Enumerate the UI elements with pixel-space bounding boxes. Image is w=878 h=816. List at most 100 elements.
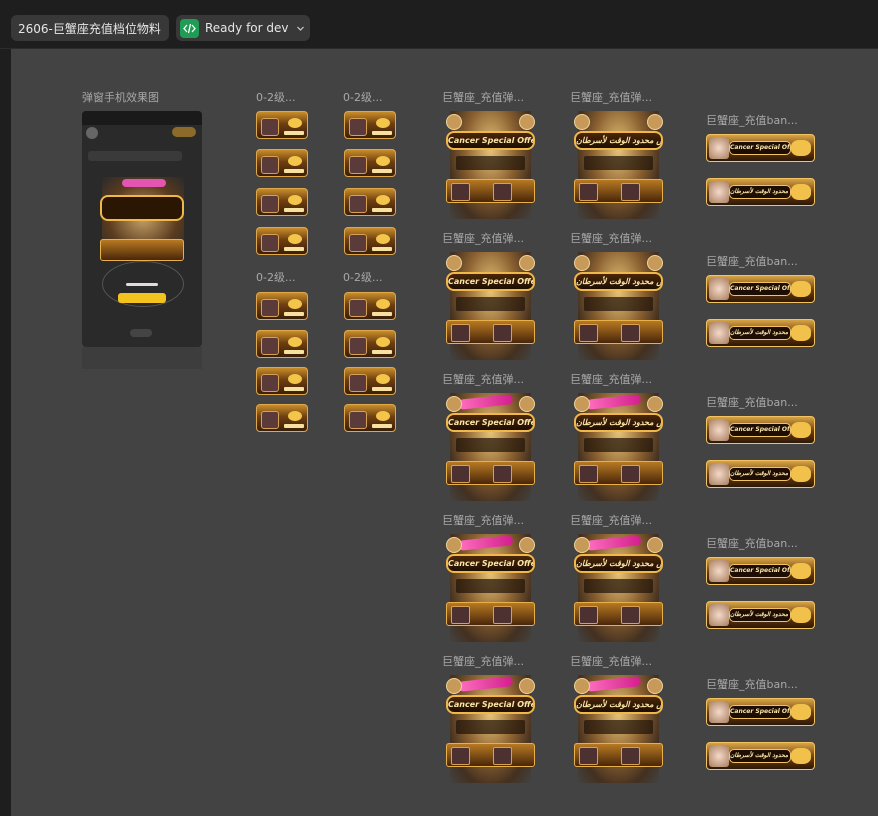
popup-thumbnail[interactable]: عرض محدود الوقت لأسرطان — [570, 534, 667, 642]
avatar-frame — [261, 337, 279, 355]
tier-card-thumbnail[interactable] — [344, 188, 396, 216]
popup-title-banner: عرض محدود الوقت لأسرطان — [574, 413, 663, 432]
popup-thumbnail[interactable]: Cancer Special Offer — [442, 534, 539, 642]
popup-description — [456, 438, 525, 452]
banner-thumbnail[interactable]: Cancer Special Offer — [706, 275, 815, 303]
tier-card-thumbnail[interactable] — [256, 367, 308, 395]
tier-card-thumbnail[interactable] — [256, 111, 308, 139]
file-name: 2606-巨蟹座充值档位物料 — [18, 21, 161, 36]
character-portrait — [709, 137, 729, 159]
frame-label-banner[interactable]: 巨蟹座_充值ban... — [706, 676, 806, 692]
dev-status-label: Ready for dev — [205, 21, 289, 35]
price-tag — [284, 312, 304, 316]
banner-thumbnail[interactable]: Cancer Special Offer — [706, 698, 815, 726]
frame-label-banner[interactable]: 巨蟹座_充值ban... — [706, 535, 806, 551]
banner-thumbnail[interactable]: Cancer Special Offer — [706, 557, 815, 585]
tier-card-thumbnail[interactable] — [256, 330, 308, 358]
frame-label-popup[interactable]: 巨蟹座_充值弹... — [570, 653, 665, 669]
character-portrait — [709, 604, 729, 626]
price-tag — [284, 424, 304, 428]
tier-card-thumbnail[interactable] — [344, 404, 396, 432]
offer-slot — [493, 183, 512, 201]
price-tag — [284, 131, 304, 135]
price-tag — [284, 247, 304, 251]
phone-mockup-frame[interactable] — [82, 111, 202, 347]
frame-label-phone[interactable]: 弹窗手机效果图 — [82, 89, 182, 105]
popup-thumbnail[interactable]: عرض محدود الوقت لأسرطان — [570, 393, 667, 501]
banner-thumbnail[interactable]: عرض محدود الوقت لأسرطان — [706, 178, 815, 206]
frame-label-banner[interactable]: 巨蟹座_充值ban... — [706, 253, 806, 269]
offer-slot — [451, 183, 470, 201]
popup-thumbnail[interactable]: Cancer Special Offer — [442, 675, 539, 783]
offer-slot — [493, 606, 512, 624]
frame-label-popup[interactable]: 巨蟹座_充值弹... — [442, 371, 537, 387]
popup-thumbnail[interactable]: عرض محدود الوقت لأسرطان — [570, 111, 667, 219]
avatar-frame — [349, 156, 367, 174]
coin-icon — [376, 156, 390, 166]
frame-label-small-4[interactable]: 0-2级... — [343, 269, 413, 285]
avatar-badge-icon — [647, 678, 663, 694]
banner-thumbnail[interactable]: عرض محدود الوقت لأسرطان — [706, 460, 815, 488]
frame-label-popup[interactable]: 巨蟹座_充值弹... — [442, 512, 537, 528]
character-portrait — [709, 745, 729, 767]
offer-slot — [451, 747, 470, 765]
tier-card-thumbnail[interactable] — [344, 330, 396, 358]
popup-title-banner: عرض محدود الوقت لأسرطان — [574, 272, 663, 291]
frame-label-banner[interactable]: 巨蟹座_充值ban... — [706, 112, 806, 128]
tier-card-thumbnail[interactable] — [256, 188, 308, 216]
character-portrait — [709, 463, 729, 485]
popup-thumbnail[interactable]: عرض محدود الوقت لأسرطان — [570, 252, 667, 360]
dev-status-dropdown[interactable]: Ready for dev — [176, 15, 310, 41]
tier-card-thumbnail[interactable] — [256, 292, 308, 320]
popup-description — [456, 579, 525, 593]
frame-label-popup[interactable]: 巨蟹座_充值弹... — [442, 89, 537, 105]
banner-thumbnail[interactable]: Cancer Special Offer — [706, 416, 815, 444]
popup-thumbnail[interactable]: Cancer Special Offer — [442, 393, 539, 501]
frame-label-banner[interactable]: 巨蟹座_充值ban... — [706, 394, 806, 410]
gold-pile-icon — [791, 563, 811, 579]
frame-label-popup[interactable]: 巨蟹座_充值弹... — [570, 371, 665, 387]
price-tag — [372, 424, 392, 428]
tier-card-thumbnail[interactable] — [256, 227, 308, 255]
banner-thumbnail[interactable]: Cancer Special Offer — [706, 134, 815, 162]
coin-icon — [376, 234, 390, 244]
popup-thumbnail[interactable]: Cancer Special Offer — [442, 111, 539, 219]
gold-pile-icon — [791, 184, 811, 200]
avatar-badge-icon — [519, 396, 535, 412]
tier-card-thumbnail[interactable] — [344, 149, 396, 177]
design-canvas[interactable]: 弹窗手机效果图 0-2级... 0-2级... 0-2级... 0-2级... … — [11, 49, 878, 816]
avatar-badge-icon — [446, 114, 462, 130]
popup-description — [456, 156, 525, 170]
offer-slot — [621, 747, 640, 765]
avatar-badge-icon — [519, 678, 535, 694]
frame-label-popup[interactable]: 巨蟹座_充值弹... — [442, 230, 537, 246]
frame-label-popup[interactable]: 巨蟹座_充值弹... — [570, 230, 665, 246]
banner-thumbnail[interactable]: عرض محدود الوقت لأسرطان — [706, 319, 815, 347]
avatar-frame — [261, 195, 279, 213]
tier-card-thumbnail[interactable] — [256, 404, 308, 432]
tier-card-thumbnail[interactable] — [256, 149, 308, 177]
gold-pile-icon — [791, 281, 811, 297]
banner-thumbnail[interactable]: عرض محدود الوقت لأسرطان — [706, 601, 815, 629]
frame-label-small-1[interactable]: 0-2级... — [256, 89, 326, 105]
frame-label-small-3[interactable]: 0-2级... — [256, 269, 326, 285]
popup-thumbnail[interactable]: Cancer Special Offer — [442, 252, 539, 360]
tier-card-thumbnail[interactable] — [344, 367, 396, 395]
frame-label-small-2[interactable]: 0-2级... — [343, 89, 413, 105]
tier-card-thumbnail[interactable] — [344, 292, 396, 320]
avatar-badge-icon — [574, 396, 590, 412]
price-tag — [284, 387, 304, 391]
tier-card-thumbnail[interactable] — [344, 111, 396, 139]
banner-title: Cancer Special Offer — [729, 141, 791, 155]
avatar-frame — [349, 234, 367, 252]
file-name-button[interactable]: 2606-巨蟹座充值档位物料 — [11, 15, 169, 41]
popup-thumbnail[interactable]: عرض محدود الوقت لأسرطان — [570, 675, 667, 783]
gold-pile-icon — [791, 748, 811, 764]
phone-nav-bar — [82, 347, 202, 369]
tier-card-thumbnail[interactable] — [344, 227, 396, 255]
frame-label-popup[interactable]: 巨蟹座_充值弹... — [570, 512, 665, 528]
avatar-badge-icon — [647, 396, 663, 412]
frame-label-popup[interactable]: 巨蟹座_充值弹... — [570, 89, 665, 105]
banner-thumbnail[interactable]: عرض محدود الوقت لأسرطان — [706, 742, 815, 770]
frame-label-popup[interactable]: 巨蟹座_充值弹... — [442, 653, 537, 669]
